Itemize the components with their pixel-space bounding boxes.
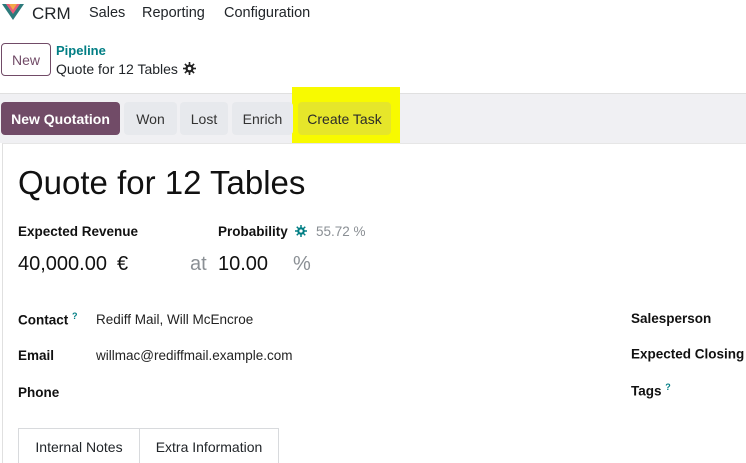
help-icon[interactable]: ? [665, 382, 671, 392]
lost-button[interactable]: Lost [180, 102, 228, 135]
create-task-button[interactable]: Create Task [298, 102, 391, 135]
expected-revenue-label: Expected Revenue [18, 224, 139, 239]
help-icon[interactable]: ? [72, 311, 78, 321]
email-field[interactable]: willmac@rediffmail.example.com [96, 348, 293, 363]
top-navbar: CRM Sales Reporting Configuration [0, 0, 746, 26]
gear-icon[interactable] [183, 62, 196, 75]
nav-item-sales[interactable]: Sales [89, 5, 125, 21]
breadcrumb-pipeline[interactable]: Pipeline [56, 43, 106, 58]
opportunity-title[interactable]: Quote for 12 Tables [18, 164, 305, 202]
gear-icon[interactable] [295, 225, 307, 237]
crm-app-icon[interactable] [2, 4, 24, 20]
salesperson-label: Salesperson [631, 311, 712, 326]
nav-item-configuration[interactable]: Configuration [224, 5, 310, 21]
contact-label: Contact ? [18, 311, 78, 328]
probability-input[interactable]: 10.00 [218, 253, 268, 276]
app-name[interactable]: CRM [32, 4, 71, 24]
at-label: at [190, 253, 207, 275]
probability-label: Probability [218, 224, 288, 239]
tab-internal-notes[interactable]: Internal Notes [18, 428, 140, 463]
percent-sign: % [293, 253, 311, 275]
email-label: Email [18, 348, 55, 363]
enrich-button[interactable]: Enrich [232, 102, 293, 135]
breadcrumb-current: Quote for 12 Tables [56, 61, 178, 77]
expected-closing-label: Expected Closing ? [631, 346, 745, 362]
expected-revenue-input[interactable]: 40,000.00 [18, 253, 107, 276]
new-button[interactable]: New [1, 43, 51, 76]
tab-extra-information[interactable]: Extra Information [140, 428, 279, 463]
phone-label: Phone [18, 385, 60, 400]
probability-auto-value: 55.72 % [316, 224, 366, 239]
nav-item-reporting[interactable]: Reporting [142, 5, 205, 21]
currency-symbol: € [117, 253, 129, 275]
new-quotation-button[interactable]: New Quotation [1, 102, 120, 135]
won-button[interactable]: Won [124, 102, 177, 135]
contact-field[interactable]: Rediff Mail, Will McEncroe [96, 312, 253, 327]
tags-label: Tags ? [631, 382, 671, 399]
